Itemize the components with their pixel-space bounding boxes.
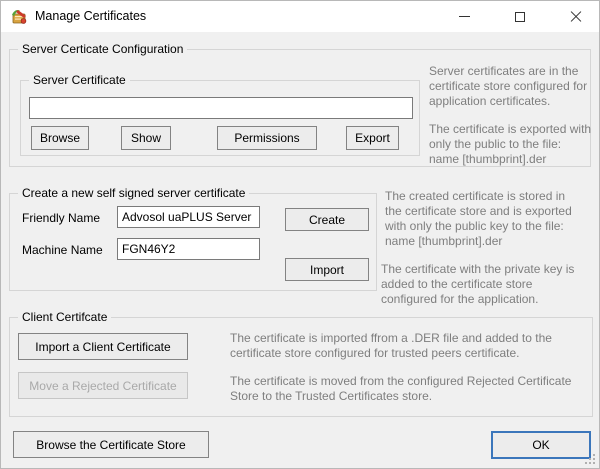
- client-group-info-text: The certificate is imported ffrom a .DER…: [230, 331, 588, 404]
- friendly-name-label: Friendly Name: [22, 211, 100, 225]
- server-certificate-group: Server Certificate Browse Show Permissio…: [20, 80, 420, 156]
- permissions-button[interactable]: Permissions: [217, 126, 317, 150]
- minimize-icon: [459, 16, 470, 17]
- create-group-info-1: The created certificate is stored in the…: [381, 189, 584, 249]
- server-config-info-1: Server certificates are in the certifica…: [429, 64, 592, 109]
- window-title: Manage Certificates: [35, 9, 146, 23]
- client-group-title: Client Certifcate: [18, 310, 111, 324]
- create-button[interactable]: Create: [285, 208, 369, 231]
- client-group-info-1: The certificate is imported ffrom a .DER…: [230, 331, 588, 361]
- client-certificate-group: Client Certifcate Import a Client Certif…: [9, 317, 593, 417]
- minimize-button[interactable]: [441, 1, 487, 32]
- create-self-signed-group: Create a new self signed server certific…: [9, 193, 377, 291]
- client-group-info-2: The certificate is moved from the config…: [230, 374, 588, 404]
- export-button[interactable]: Export: [346, 126, 399, 150]
- server-config-group-title: Server Certicate Configuration: [18, 42, 187, 56]
- server-config-info-2: The certificate is exported with only th…: [429, 122, 592, 167]
- maximize-icon: [515, 12, 525, 22]
- create-group-title: Create a new self signed server certific…: [18, 186, 249, 200]
- show-button[interactable]: Show: [121, 126, 171, 150]
- create-group-info-text: The created certificate is stored in the…: [381, 189, 584, 307]
- resize-grip[interactable]: [585, 454, 595, 464]
- manage-certificates-dialog: Manage Certificates Server Certicate Con…: [0, 0, 600, 469]
- import-client-certificate-button[interactable]: Import a Client Certificate: [18, 333, 188, 360]
- server-config-info-text: Server certificates are in the certifica…: [429, 64, 592, 167]
- ok-button[interactable]: OK: [491, 431, 591, 459]
- maximize-button[interactable]: [497, 1, 543, 32]
- friendly-name-input[interactable]: [117, 206, 260, 228]
- import-button[interactable]: Import: [285, 258, 369, 281]
- close-icon: [570, 11, 582, 23]
- machine-name-input[interactable]: [117, 238, 260, 260]
- create-group-info-2: The certificate with the private key is …: [381, 262, 584, 307]
- title-bar[interactable]: Manage Certificates: [1, 1, 599, 32]
- browse-certificate-store-button[interactable]: Browse the Certificate Store: [13, 431, 209, 458]
- certificate-app-icon: [10, 8, 28, 26]
- server-certificate-configuration-group: Server Certicate Configuration Server Ce…: [9, 49, 591, 167]
- server-certificate-input[interactable]: [29, 97, 413, 119]
- machine-name-label: Machine Name: [22, 243, 103, 257]
- move-rejected-certificate-button[interactable]: Move a Rejected Certificate: [18, 372, 188, 399]
- close-button[interactable]: [553, 1, 599, 32]
- browse-button[interactable]: Browse: [31, 126, 89, 150]
- server-certificate-group-title: Server Certificate: [29, 73, 130, 87]
